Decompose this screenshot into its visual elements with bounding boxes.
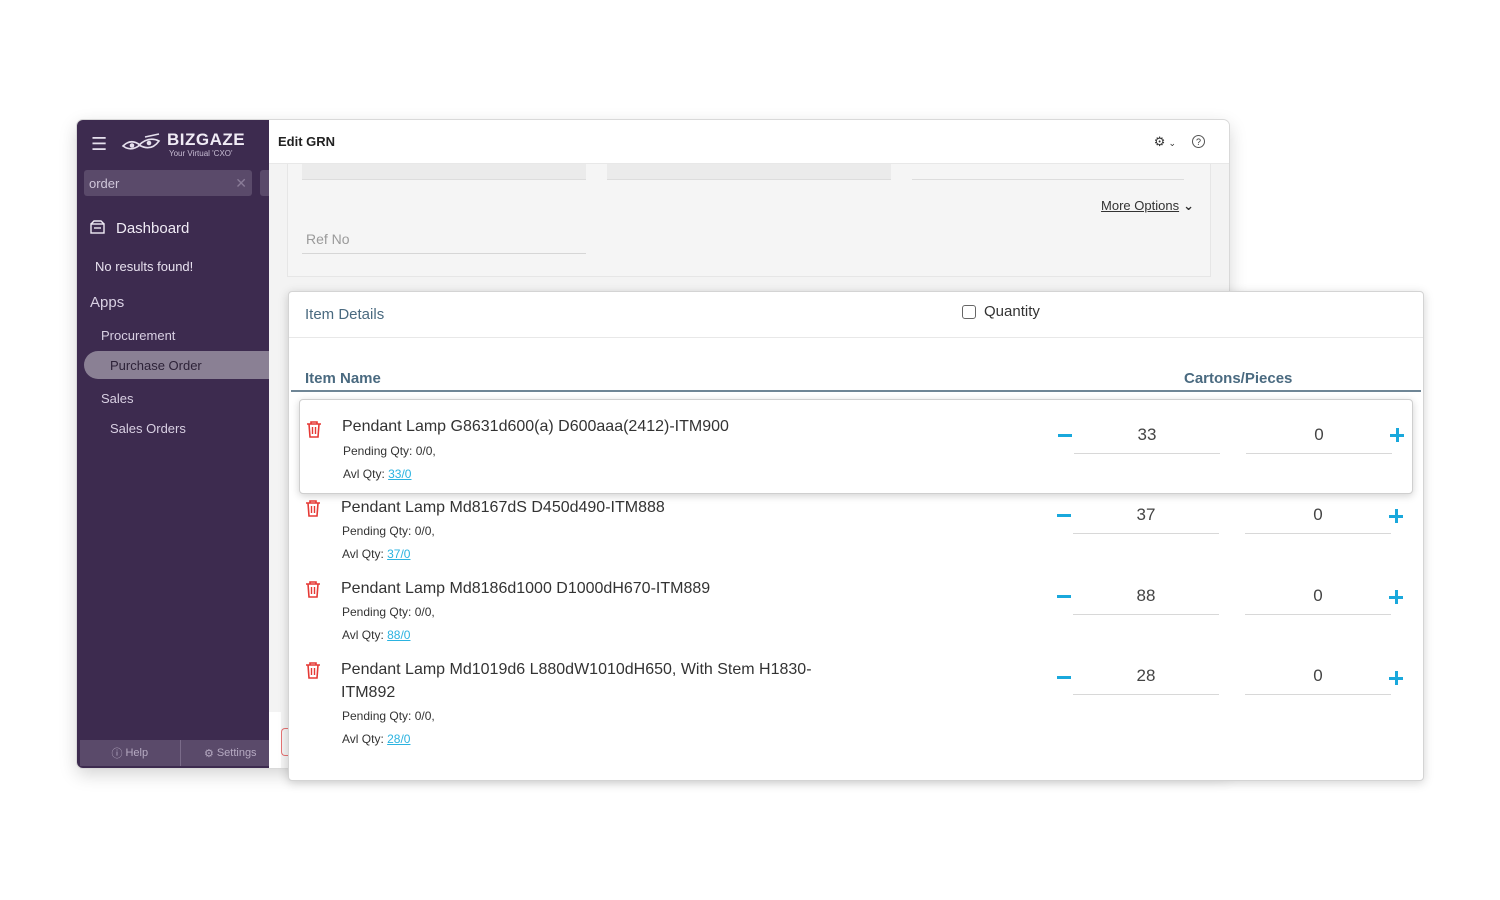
chevron-down-icon: ⌄: [1183, 198, 1194, 213]
grn-form-card: More Options ⌄ Ref No: [287, 164, 1211, 277]
help-icon[interactable]: ?: [1192, 135, 1205, 148]
sidebar: ☰ BIZGAZE Your Virtual 'CXO' order ✕ Das…: [77, 120, 284, 768]
column-header-cartons-pieces: Cartons/Pieces: [1184, 370, 1293, 387]
page-title: Edit GRN: [278, 134, 336, 149]
sidebar-item-sales[interactable]: Sales: [101, 391, 134, 406]
footer-strip: [269, 712, 281, 768]
form-field[interactable]: [302, 164, 586, 180]
decrement-button[interactable]: [1058, 434, 1072, 437]
cartons-input[interactable]: 28: [1073, 659, 1219, 695]
delete-trash-icon[interactable]: [305, 580, 321, 598]
item-name: Pendant Lamp Md8167dS D450d490-ITM888: [341, 499, 665, 516]
checkbox-box[interactable]: [962, 304, 976, 319]
avl-qty-link[interactable]: 88/0: [387, 628, 410, 642]
cartons-input[interactable]: 88: [1073, 579, 1219, 615]
increment-button[interactable]: [1389, 509, 1403, 523]
date-field[interactable]: [912, 164, 1184, 180]
sidebar-search-input[interactable]: order ✕: [84, 170, 252, 196]
sidebar-item-purchase-order[interactable]: Purchase Order: [84, 351, 284, 379]
header-divider: [291, 390, 1421, 392]
decrement-button[interactable]: [1057, 514, 1071, 517]
item-row[interactable]: Pendant Lamp Md8186d1000 D1000dH670-ITM8…: [299, 576, 1413, 656]
settings-button[interactable]: ⚙ Settings: [181, 740, 281, 766]
ref-no-input[interactable]: Ref No: [302, 226, 586, 254]
item-name: Pendant Lamp Md1019d6 L880dW1010dH650, W…: [341, 661, 812, 701]
sidebar-item-sales-orders[interactable]: Sales Orders: [110, 421, 186, 436]
hamburger-menu-icon[interactable]: ☰: [91, 134, 109, 155]
settings-gear-icon: ⚙: [203, 747, 214, 760]
brand-name: BIZGAZE: [167, 129, 246, 149]
apps-heading: Apps: [90, 294, 125, 311]
increment-button[interactable]: [1390, 428, 1404, 442]
sidebar-footer: ⓘ Help ⚙ Settings: [80, 740, 280, 766]
sidebar-item-label: Dashboard: [116, 220, 190, 237]
avl-qty: Avl Qty: 33/0: [343, 467, 412, 481]
decrement-button[interactable]: [1057, 676, 1071, 679]
help-button[interactable]: ⓘ Help: [80, 740, 181, 766]
avl-qty-link[interactable]: 37/0: [387, 547, 410, 561]
delete-trash-icon[interactable]: [306, 420, 322, 438]
sidebar-header: ☰ BIZGAZE Your Virtual 'CXO': [77, 120, 269, 168]
avl-qty-link[interactable]: 33/0: [388, 467, 411, 481]
clear-search-icon[interactable]: ✕: [235, 175, 247, 192]
pieces-input[interactable]: 0: [1245, 498, 1391, 534]
form-field[interactable]: [607, 164, 891, 180]
increment-button[interactable]: [1389, 671, 1403, 685]
delete-trash-icon[interactable]: [305, 499, 321, 517]
dashboard-icon: [90, 220, 108, 237]
pieces-input[interactable]: 0: [1246, 418, 1392, 454]
pending-qty: Pending Qty: 0/0,: [342, 524, 435, 538]
search-value: order: [89, 175, 120, 191]
item-details-modal: Item Details Quantity Item Name Cartons/…: [288, 291, 1424, 781]
bizgaze-logo: BIZGAZE Your Virtual 'CXO': [121, 131, 245, 158]
item-name: Pendant Lamp Md8186d1000 D1000dH670-ITM8…: [341, 580, 711, 597]
avl-qty: Avl Qty: 88/0: [342, 628, 411, 642]
help-icon: ⓘ: [111, 748, 123, 760]
main-header: Edit GRN ⚙ ⌄ ?: [269, 120, 1229, 164]
increment-button[interactable]: [1389, 590, 1403, 604]
item-row[interactable]: Pendant Lamp Md8167dS D450d490-ITM888 Pe…: [299, 495, 1413, 575]
delete-trash-icon[interactable]: [305, 661, 321, 679]
no-results-text: No results found!: [95, 259, 194, 274]
pending-qty: Pending Qty: 0/0,: [343, 444, 436, 458]
chevron-down-icon: ⌄: [1168, 137, 1176, 148]
avl-qty: Avl Qty: 28/0: [342, 732, 411, 746]
modal-header: Item Details Quantity: [289, 292, 1423, 338]
avl-qty: Avl Qty: 37/0: [342, 547, 411, 561]
pieces-input[interactable]: 0: [1245, 659, 1391, 695]
sidebar-item-dashboard[interactable]: Dashboard: [90, 220, 189, 237]
cartons-input[interactable]: 37: [1073, 498, 1219, 534]
avl-qty-link[interactable]: 28/0: [387, 732, 410, 746]
settings-gear-dropdown[interactable]: ⚙ ⌄: [1154, 134, 1176, 150]
cartons-input[interactable]: 33: [1074, 418, 1220, 454]
modal-title: Item Details: [305, 306, 385, 323]
brand-tagline: Your Virtual 'CXO': [169, 148, 233, 158]
more-options-link[interactable]: More Options ⌄: [1101, 198, 1194, 214]
sidebar-item-procurement[interactable]: Procurement: [101, 328, 175, 343]
pending-qty: Pending Qty: 0/0,: [342, 605, 435, 619]
decrement-button[interactable]: [1057, 595, 1071, 598]
item-row[interactable]: Pendant Lamp G8631d600(a) D600aaa(2412)-…: [299, 399, 1413, 494]
column-header-item-name: Item Name: [305, 370, 381, 387]
quantity-checkbox[interactable]: Quantity: [962, 303, 1040, 320]
pending-qty: Pending Qty: 0/0,: [342, 709, 435, 723]
logo-eyes-icon: [121, 133, 161, 150]
item-name: Pendant Lamp G8631d600(a) D600aaa(2412)-…: [342, 418, 729, 435]
pieces-input[interactable]: 0: [1245, 579, 1391, 615]
item-row[interactable]: Pendant Lamp Md1019d6 L880dW1010dH650, W…: [299, 657, 1413, 757]
